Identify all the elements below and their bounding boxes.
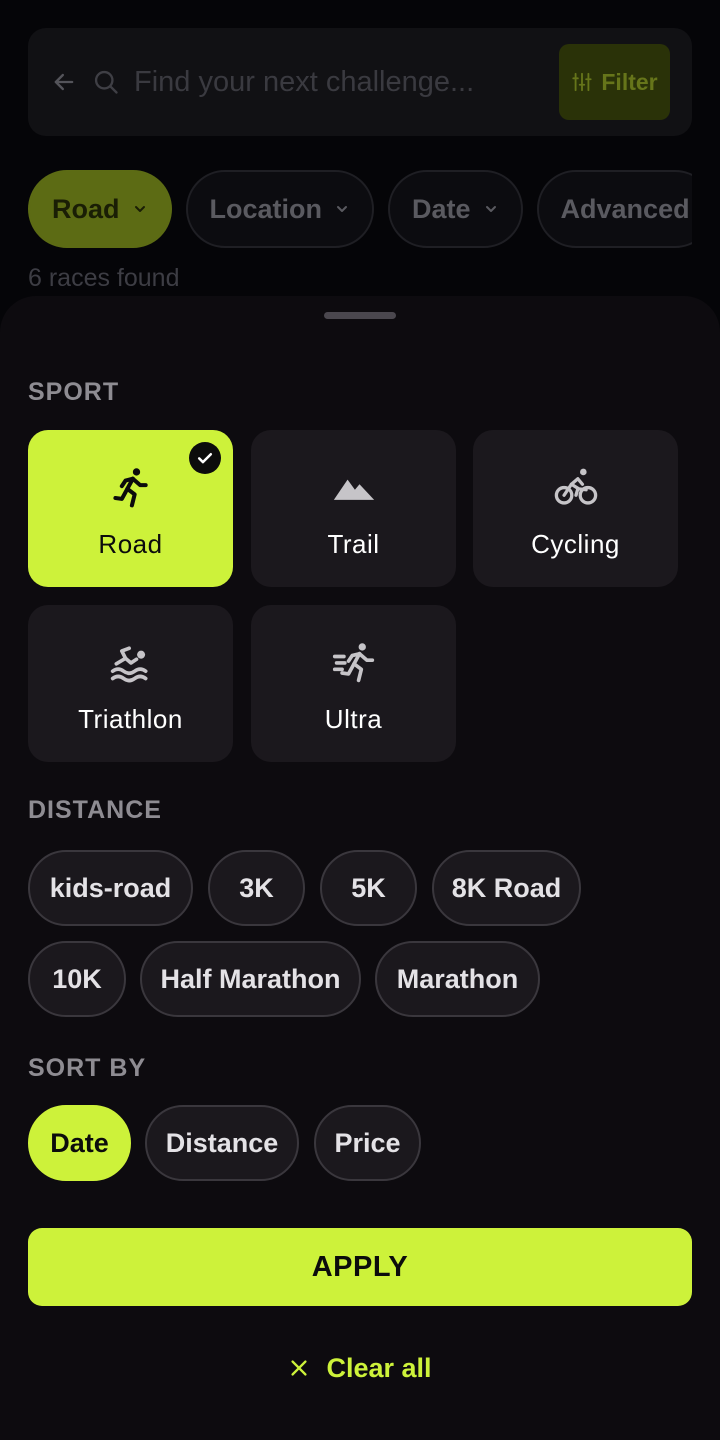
sort-option-price[interactable]: Price [314,1105,421,1181]
search-bar: Find your next challenge... Filter [28,28,692,136]
sport-card-trail[interactable]: Trail [251,430,456,587]
drag-handle[interactable] [324,312,396,319]
search-input[interactable]: Find your next challenge... [134,62,474,102]
swimming-icon [110,646,147,683]
sport-section-title: SPORT [28,378,120,406]
search-icon [94,70,118,94]
quick-filter-date[interactable]: Date [388,170,523,248]
clear-all-label: Clear all [326,1352,432,1383]
clear-all-button[interactable]: Clear all [0,1346,720,1390]
distance-section-title: DISTANCE [28,796,162,824]
distance-option-3k[interactable]: 3K [208,850,305,926]
close-icon [291,1360,308,1376]
sport-label: Trail [327,529,380,559]
quick-filter-label: Road [52,193,120,224]
mountain-icon [333,479,374,500]
filter-sheet: SPORT Road Trail Cycling Triathlon Ultra… [0,296,720,1440]
sport-card-road[interactable]: Road [28,430,233,587]
sport-label: Ultra [324,704,383,734]
chevron-down-icon [485,206,496,212]
quick-filter-advanced[interactable]: Advanced [536,170,692,248]
back-arrow-icon[interactable] [50,68,78,96]
screen: Find your next challenge... Filter Road … [0,0,720,1440]
filter-button-label: Filter [601,68,658,95]
distance-option-marathon[interactable]: Marathon [375,941,540,1017]
distance-option-10k[interactable]: 10K [28,941,126,1017]
distance-option-5k[interactable]: 5K [320,850,417,926]
sport-label: Road [98,529,163,559]
sport-label: Triathlon [78,704,183,734]
quick-filter-location[interactable]: Location [185,170,374,248]
sport-card-triathlon[interactable]: Triathlon [28,605,233,762]
check-icon [189,442,221,474]
sport-card-ultra[interactable]: Ultra [251,605,456,762]
results-count: 6 races found [28,264,180,292]
chevron-down-icon [134,206,145,212]
apply-button[interactable]: APPLY [28,1228,692,1306]
sprint-icon [332,643,374,683]
quick-filter-label: Date [412,193,471,224]
distance-option-8k-road[interactable]: 8K Road [432,850,581,926]
sort-option-date[interactable]: Date [28,1105,131,1181]
filter-button[interactable]: Filter [559,44,670,120]
sort-option-distance[interactable]: Distance [145,1105,299,1181]
sport-label: Cycling [531,529,620,559]
quick-filter-label: Advanced [560,193,690,224]
sort-section-title: SORT BY [28,1054,147,1082]
quick-filter-row: Road Location Date Advanced [28,170,692,248]
sport-card-cycling[interactable]: Cycling [473,430,678,587]
distance-option-kids-road[interactable]: kids-road [28,850,193,926]
quick-filter-label: Location [209,193,323,224]
sliders-icon [572,72,592,92]
distance-option-half-marathon[interactable]: Half Marathon [140,941,361,1017]
chevron-down-icon [337,206,347,212]
running-icon [112,468,148,508]
background-page: Find your next challenge... Filter Road … [0,0,720,320]
quick-filter-road[interactable]: Road [28,170,172,248]
cycling-icon [554,468,597,505]
